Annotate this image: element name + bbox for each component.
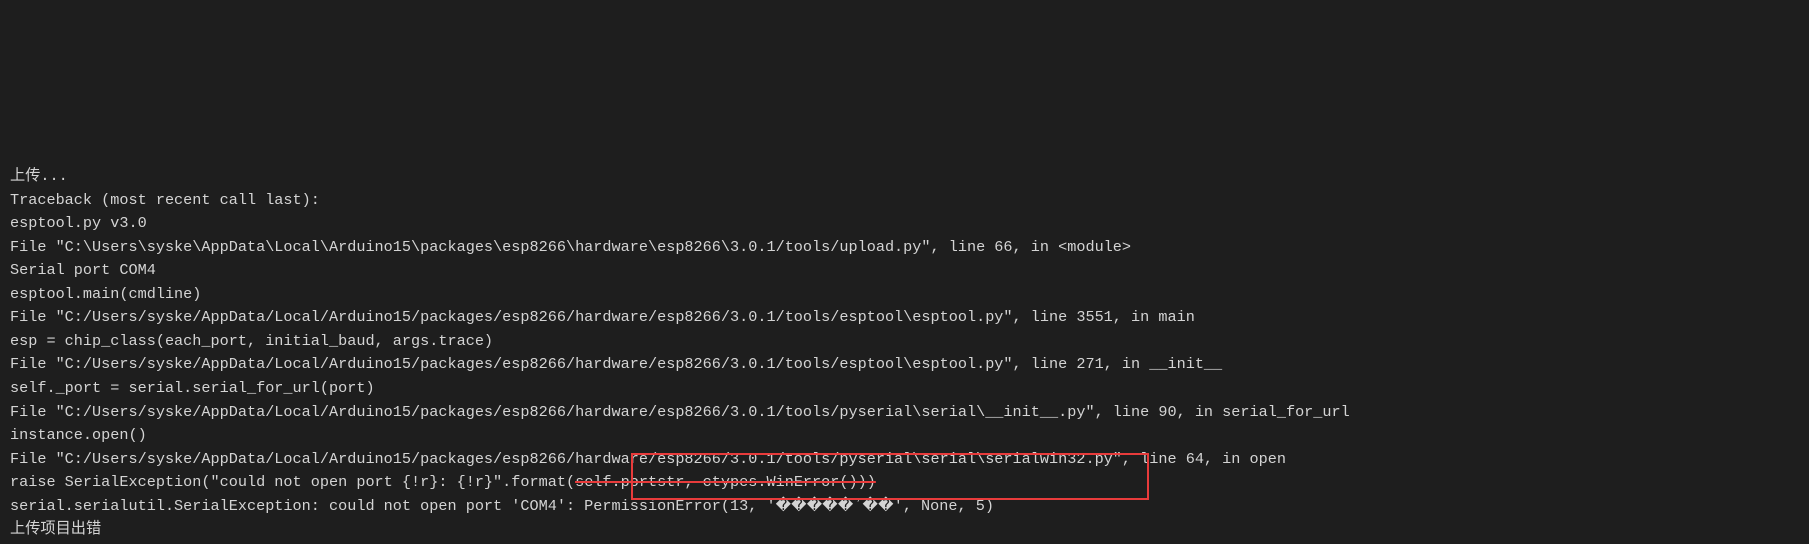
terminal-line: IntelliSense configuration already up to… xyxy=(10,542,1799,544)
terminal-line: File "C:/Users/syske/AppData/Local/Ardui… xyxy=(10,306,1799,330)
terminal-line: instance.open() xyxy=(10,424,1799,448)
terminal-line: File "C:/Users/syske/AppData/Local/Ardui… xyxy=(10,353,1799,377)
terminal-output[interactable]: 上传...Traceback (most recent call last):e… xyxy=(0,118,1809,544)
terminal-line: serial.serialutil.SerialException: could… xyxy=(10,495,1799,519)
terminal-line: esp = chip_class(each_port, initial_baud… xyxy=(10,330,1799,354)
terminal-line: File "C:/Users/syske/AppData/Local/Ardui… xyxy=(10,448,1799,472)
terminal-line: raise SerialException("could not open po… xyxy=(10,471,1799,495)
terminal-line: File "C:\Users\syske\AppData\Local\Ardui… xyxy=(10,236,1799,260)
terminal-line: esptool.main(cmdline) xyxy=(10,283,1799,307)
terminal-line: 上传项目出错 xyxy=(10,518,1799,542)
terminal-line: esptool.py v3.0 xyxy=(10,212,1799,236)
terminal-line: Traceback (most recent call last): xyxy=(10,189,1799,213)
terminal-line: File "C:/Users/syske/AppData/Local/Ardui… xyxy=(10,401,1799,425)
terminal-line: self._port = serial.serial_for_url(port) xyxy=(10,377,1799,401)
terminal-line: 上传... xyxy=(10,165,1799,189)
terminal-line: Serial port COM4 xyxy=(10,259,1799,283)
